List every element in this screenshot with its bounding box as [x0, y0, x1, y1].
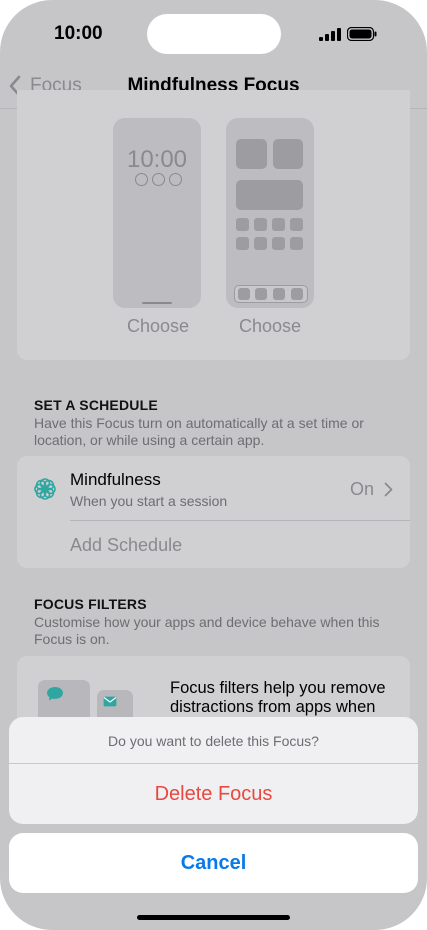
choose-lock-screen-button[interactable]: Choose [127, 316, 189, 337]
mindfulness-flower-icon [34, 478, 56, 500]
widget-small [236, 139, 267, 169]
cellular-signal-icon [319, 28, 341, 41]
app-icon [254, 237, 267, 250]
lock-screen-widgets [135, 173, 182, 186]
dock-icon [238, 288, 250, 300]
dock [234, 285, 308, 303]
cancel-button[interactable]: Cancel [9, 833, 418, 893]
dock-icon [291, 288, 303, 300]
app-icon [236, 237, 249, 250]
app-icon [254, 218, 267, 231]
widget-circle [135, 173, 148, 186]
battery-icon [347, 27, 377, 41]
lock-screen-preview[interactable]: 10:00 [113, 118, 201, 308]
status-bar: 10:00 [0, 0, 427, 64]
dynamic-island [147, 14, 281, 54]
mail-envelope-icon [103, 696, 117, 707]
filters-section-header: FOCUS FILTERS [34, 596, 147, 612]
delete-confirmation-sheet: Do you want to delete this Focus? Delete… [9, 717, 418, 824]
app-icon [290, 218, 303, 231]
chevron-right-icon[interactable] [384, 482, 393, 497]
widget-small [273, 139, 303, 169]
delete-focus-button[interactable]: Delete Focus [9, 764, 418, 824]
mindfulness-schedule-status[interactable]: On [350, 479, 374, 500]
lock-screen-home-bar [142, 302, 172, 304]
widget-circle [169, 173, 182, 186]
schedule-section-header: SET A SCHEDULE [34, 397, 158, 413]
mindfulness-schedule-subtitle: When you start a session [70, 493, 228, 509]
dock-icon [255, 288, 267, 300]
add-schedule-button[interactable]: Add Schedule [70, 535, 182, 556]
row-divider [70, 520, 410, 521]
mindfulness-schedule-title[interactable]: Mindfulness [70, 470, 161, 490]
app-icon [272, 218, 285, 231]
sheet-message: Do you want to delete this Focus? [108, 733, 319, 749]
schedule-section-description: Have this Focus turn on automatically at… [34, 415, 364, 448]
screen-preview-card [17, 90, 410, 360]
app-icon [236, 218, 249, 231]
focus-filters-description: Focus filters help you remove distractio… [170, 679, 386, 716]
lock-screen-time: 10:00 [126, 146, 188, 173]
phone-screen: 10:00 Focus Mindfulness Focus 10:00 Choo… [0, 0, 427, 930]
home-indicator[interactable] [137, 915, 290, 920]
app-icon [272, 237, 285, 250]
dock-icon [273, 288, 285, 300]
status-time: 10:00 [54, 23, 103, 44]
choose-home-screen-button[interactable]: Choose [239, 316, 301, 337]
widget-medium [236, 180, 303, 210]
chat-bubble-icon [47, 687, 63, 701]
home-screen-preview[interactable] [226, 118, 314, 308]
app-icon [290, 237, 303, 250]
filters-section-description: Customise how your apps and device behav… [34, 614, 380, 647]
widget-circle [152, 173, 165, 186]
